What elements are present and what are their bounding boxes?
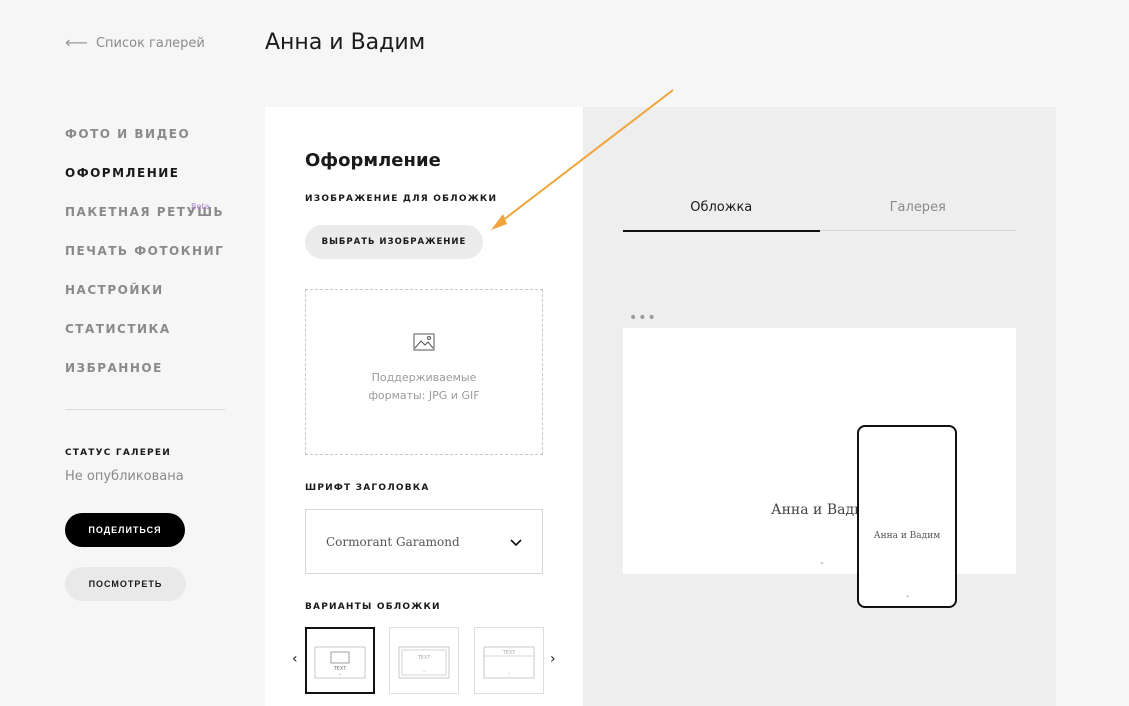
tab-cover[interactable]: Обложка	[623, 190, 820, 232]
sidebar-item-batch-retouch[interactable]: ПАКЕТНАЯ РЕТУШЬ Beta	[65, 202, 225, 243]
cover-variants-label: ВАРИАНТЫ ОБЛОЖКИ	[305, 602, 441, 612]
chevron-down-icon	[510, 532, 522, 551]
page-title: Анна и Вадим	[265, 30, 426, 55]
view-button[interactable]: ПОСМОТРЕТЬ	[65, 567, 186, 601]
heading-font-select[interactable]: Cormorant Garamond	[305, 509, 543, 574]
chevron-left-icon[interactable]: ‹	[292, 651, 298, 667]
gallery-status-label: СТАТУС ГАЛЕРЕИ	[65, 448, 171, 458]
dropzone-hint: Поддерживаемые форматы: JPG и GIF	[368, 371, 480, 402]
chevron-down-icon: ⌄	[819, 558, 825, 566]
sidebar-item-statistics[interactable]: СТАТИСТИКА	[65, 321, 225, 360]
chevron-right-icon[interactable]: ›	[550, 651, 556, 667]
tab-gallery[interactable]: Галерея	[820, 190, 1017, 230]
sidebar-item-label: ИЗБРАННОЕ	[65, 361, 163, 375]
beta-badge: Beta	[191, 202, 210, 211]
choose-image-button[interactable]: ВЫБРАТЬ ИЗОБРАЖЕНИЕ	[305, 225, 483, 259]
sidebar-item-photobook-print[interactable]: ПЕЧАТЬ ФОТОКНИГ	[65, 243, 225, 282]
sidebar-item-favorites[interactable]: ИЗБРАННОЕ	[65, 360, 225, 399]
share-button[interactable]: ПОДЕЛИТЬСЯ	[65, 513, 185, 547]
cover-variant-1[interactable]: TEXT ⌄	[305, 627, 375, 694]
sidebar-item-label: СТАТИСТИКА	[65, 322, 171, 336]
arrow-left-icon: ⟵	[65, 33, 88, 52]
sidebar-item-label: ПЕЧАТЬ ФОТОКНИГ	[65, 244, 225, 258]
preview-area: Обложка Галерея ••• Анна и Вадим ⌄ Анна …	[583, 107, 1056, 706]
image-icon	[413, 333, 435, 355]
design-panel: Оформление ИЗОБРАЖЕНИЕ ДЛЯ ОБЛОЖКИ ВЫБРА…	[265, 107, 583, 706]
cover-variant-3[interactable]: TEXT ⌄	[474, 627, 544, 694]
mobile-cover-preview: Анна и Вадим ⌄	[857, 425, 957, 608]
back-to-galleries-link[interactable]: ⟵ Список галерей	[65, 35, 205, 51]
desktop-cover-preview: Анна и Вадим ⌄	[623, 328, 1016, 574]
sidebar-item-label: ФОТО И ВИДЕО	[65, 127, 191, 141]
svg-text:⌄: ⌄	[338, 671, 341, 676]
sidebar-nav: ФОТО И ВИДЕО ОФОРМЛЕНИЕ ПАКЕТНАЯ РЕТУШЬ B…	[65, 126, 225, 399]
mobile-preview-title: Анна и Вадим	[873, 531, 941, 541]
sidebar-item-label: ОФОРМЛЕНИЕ	[65, 166, 180, 180]
variant-text: TEXT	[502, 650, 517, 656]
font-select-value: Cormorant Garamond	[326, 534, 460, 549]
chevron-down-icon: ⌄	[905, 592, 911, 599]
svg-text:⌄: ⌄	[507, 670, 510, 675]
heading-font-label: ШРИФТ ЗАГОЛОВКА	[305, 483, 430, 493]
design-panel-title: Оформление	[305, 150, 441, 171]
variant-text: TEXT	[417, 655, 432, 661]
sidebar-item-settings[interactable]: НАСТРОЙКИ	[65, 282, 225, 321]
cover-variants-carousel: ‹ TEXT ⌄ TEXT ⌄ TEXT ⌄ ›	[290, 627, 560, 697]
sidebar-item-photo-video[interactable]: ФОТО И ВИДЕО	[65, 126, 225, 165]
preview-tabs: Обложка Галерея	[623, 190, 1017, 232]
cover-variant-2[interactable]: TEXT ⌄	[389, 627, 459, 694]
sidebar-divider	[65, 409, 225, 410]
cover-image-label: ИЗОБРАЖЕНИЕ ДЛЯ ОБЛОЖКИ	[305, 194, 498, 204]
cover-image-dropzone[interactable]: Поддерживаемые форматы: JPG и GIF	[305, 289, 543, 455]
gallery-status-value: Не опубликована	[65, 469, 184, 484]
svg-text:⌄: ⌄	[422, 668, 425, 673]
more-options-icon[interactable]: •••	[629, 311, 657, 325]
back-link-label: Список галерей	[95, 35, 205, 51]
sidebar-item-label: НАСТРОЙКИ	[65, 283, 164, 297]
